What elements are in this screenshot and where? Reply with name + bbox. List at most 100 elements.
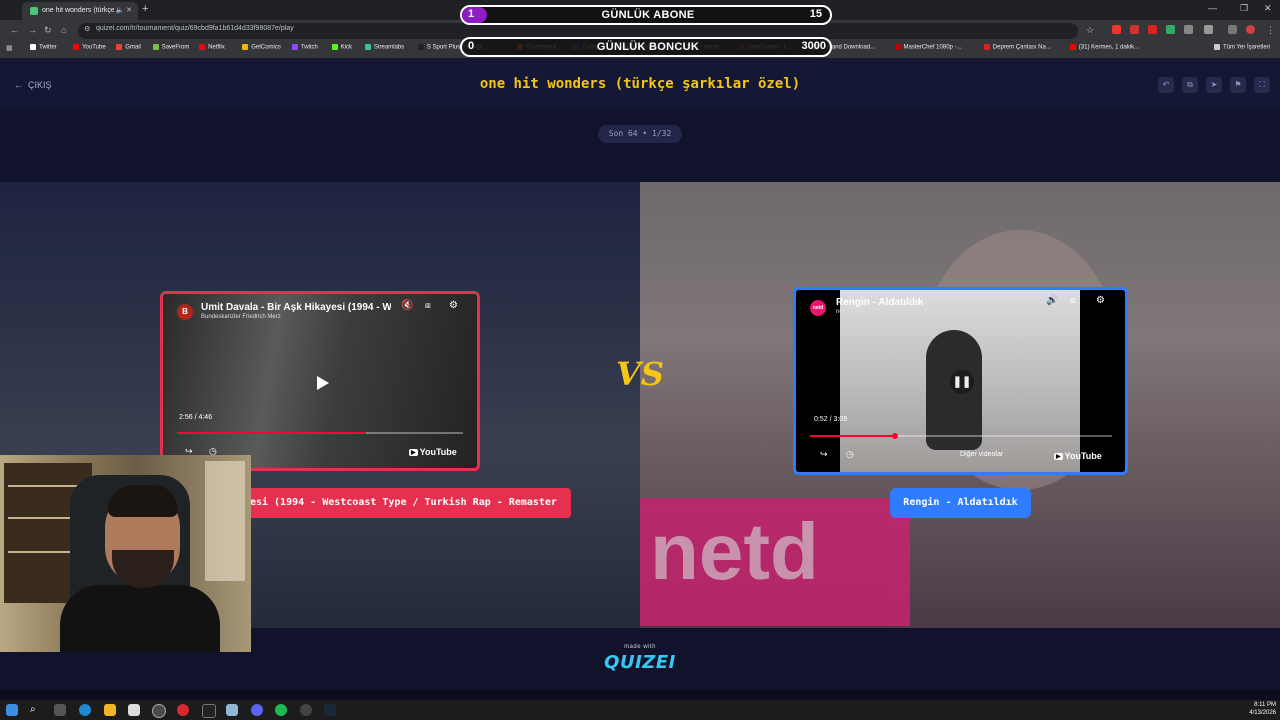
watch-later-icon[interactable]: ◷ [846, 449, 854, 460]
search-icon[interactable]: ⌕ [30, 704, 42, 716]
extension-icon[interactable] [1184, 25, 1193, 34]
video-time: 0:52 / 3:09 [814, 416, 848, 423]
obs-icon[interactable] [300, 704, 312, 716]
undo-icon[interactable]: ↶ [1158, 77, 1174, 93]
channel-avatar[interactable]: netd [810, 300, 826, 316]
streamer-shirt [60, 585, 220, 652]
home-icon[interactable]: ⌂ [61, 25, 66, 35]
browser-tab[interactable]: one hit wonders (türkçe şa 🔈 ✕ [22, 2, 138, 20]
forward-icon[interactable]: → [28, 25, 37, 35]
share-icon[interactable]: ➤ [1206, 77, 1222, 93]
reload-icon[interactable]: ↻ [44, 25, 52, 36]
youtube-logo[interactable]: ▶ YouTube [1054, 451, 1102, 461]
bookmark-label: (31) Kermes, 1 dakik... [1078, 44, 1140, 51]
close-window-icon[interactable]: ✕ [1264, 3, 1272, 14]
video-title[interactable]: Rengin - Aldatıldık [836, 297, 923, 308]
captions-icon[interactable]: ⧈ [425, 300, 431, 311]
left-option-button[interactable]: Ümit Davala - Bir Aşk Hikayesi (1994 - W… [222, 488, 571, 518]
extensions-puzzle-icon[interactable] [1204, 25, 1213, 34]
steam-icon[interactable] [324, 704, 336, 716]
store-icon[interactable] [128, 704, 140, 716]
goal-target: 15 [809, 8, 822, 20]
other-bookmarks[interactable]: Tüm Yer İşaretleri [1214, 44, 1270, 51]
profile-avatar-icon[interactable] [1246, 25, 1255, 34]
right-video-player[interactable]: netd Rengin - Aldatıldık netd müzik 🔊 ⧈ … [793, 287, 1128, 475]
extension-icon[interactable] [1148, 25, 1157, 34]
menu-icon[interactable]: ⋮ [1266, 25, 1275, 36]
extension-icon[interactable] [1130, 25, 1139, 34]
back-icon[interactable]: ← [10, 25, 19, 35]
bookmark-item[interactable]: Deprem Çantası Na... [983, 44, 1051, 51]
bookmark-item[interactable]: GetComics [242, 44, 281, 51]
extension-icon[interactable] [1112, 25, 1121, 34]
flag-icon[interactable]: ⚑ [1230, 77, 1246, 93]
bookmark-item[interactable]: SaveFrom [152, 44, 189, 51]
muted-icon[interactable]: 🔇 [401, 300, 413, 311]
left-option-label: Ümit Davala - Bir Aşk Hikayesi (1994 - W… [222, 497, 557, 508]
netd-logo-text: netd [650, 507, 819, 596]
chrome-icon[interactable] [152, 704, 166, 718]
volume-icon[interactable]: 🔊 [1046, 295, 1058, 306]
file-explorer-icon[interactable] [104, 704, 116, 716]
youtube-logo[interactable]: ▶ YouTube [409, 447, 457, 457]
goal-current: 0 [468, 40, 475, 52]
settings-gear-icon[interactable]: ⚙ [449, 300, 458, 311]
channel-name: netd müzik [836, 309, 866, 315]
maximize-icon[interactable]: ❐ [1240, 3, 1248, 14]
minimize-icon[interactable]: — [1208, 3, 1217, 13]
apps-grid-icon[interactable]: ▦ [6, 44, 13, 52]
downloads-icon[interactable] [1228, 25, 1237, 34]
task-view-icon[interactable] [54, 704, 66, 716]
pause-icon[interactable]: ❚❚ [950, 370, 974, 394]
bookmark-item[interactable]: Streamlabs [364, 44, 404, 51]
discord-icon[interactable] [251, 704, 263, 716]
edge-icon[interactable] [79, 704, 91, 716]
goal-current: 1 [468, 8, 475, 20]
vs-emblem: VS [616, 355, 664, 393]
app-icon[interactable] [226, 704, 238, 716]
captions-icon[interactable]: ⧈ [1070, 295, 1076, 306]
bookmark-item[interactable]: MasterChef 1080p -... [894, 44, 962, 51]
made-with-text: made with [624, 644, 656, 650]
play-icon[interactable] [317, 376, 329, 390]
bookmark-item[interactable]: Twitter [30, 44, 57, 51]
bookmark-label: Gmail [125, 44, 141, 51]
progress-scrubber[interactable] [891, 433, 898, 439]
url-text[interactable]: quizei.com/tr/tournament/quiz/69cbd9fa1b… [96, 25, 294, 32]
bookmark-favicon-icon [364, 44, 371, 50]
bookmark-item[interactable]: (31) Kermes, 1 dakik... [1069, 44, 1140, 51]
bookmark-label: MasterChef 1080p -... [903, 44, 962, 51]
extension-icon[interactable] [1166, 25, 1175, 34]
site-info-icon[interactable]: ⚙ [84, 25, 90, 33]
bookmark-item[interactable]: Gmail [116, 44, 141, 51]
fullscreen-icon[interactable]: ⛶ [1254, 77, 1270, 93]
bookmark-favicon-icon [30, 44, 36, 50]
bookmark-star-icon[interactable]: ☆ [1086, 25, 1094, 36]
new-tab-button[interactable]: + [142, 3, 148, 15]
left-video-player[interactable]: B Ümit Davala - Bir Aşk Hikayesi (1994 -… [160, 291, 480, 471]
tab-mute-close-icons[interactable]: 🔈 ✕ [115, 2, 132, 20]
channel-avatar[interactable]: B [177, 304, 193, 320]
video-title[interactable]: Ümit Davala - Bir Aşk Hikayesi (1994 - W… [201, 302, 391, 313]
bookmark-item[interactable]: YouTube [73, 44, 106, 51]
youtube-play-icon: ▶ [409, 449, 418, 457]
tab-title: one hit wonders (türkçe şa [42, 7, 114, 14]
app-icon[interactable] [202, 704, 216, 718]
windows-start-icon[interactable] [6, 704, 18, 716]
bookmark-item[interactable]: Netflix [199, 44, 225, 51]
bookmark-label: YouTube [82, 44, 106, 51]
more-videos-button[interactable]: Diğer videolar [960, 451, 1003, 458]
clock-time: 8:11 PM [1254, 702, 1276, 708]
opera-icon[interactable] [177, 704, 189, 716]
external-link-icon[interactable]: ⧉ [1182, 77, 1198, 93]
right-option-button[interactable]: Rengin - Aldatıldık [890, 488, 1031, 518]
quizei-logo[interactable]: QUIZEI [560, 652, 720, 673]
bookmark-favicon-icon [291, 44, 298, 50]
bookmark-favicon-icon [73, 44, 80, 50]
share-icon[interactable]: ↪ [820, 449, 828, 460]
spotify-icon[interactable] [275, 704, 287, 716]
settings-gear-icon[interactable]: ⚙ [1096, 295, 1105, 306]
bookmark-item[interactable]: Kick [331, 44, 352, 51]
bookmark-favicon-icon [116, 44, 123, 50]
bookmark-item[interactable]: Twitch [291, 44, 318, 51]
